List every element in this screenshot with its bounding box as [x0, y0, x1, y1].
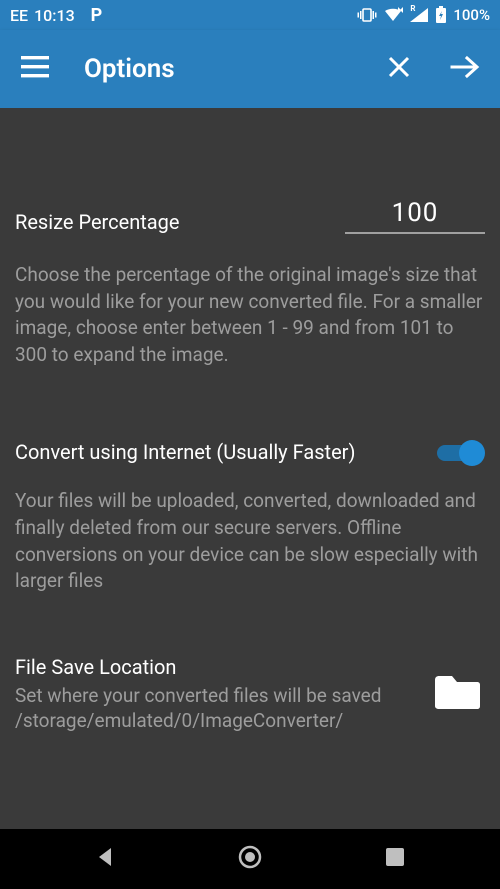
- content: Resize Percentage 100 Choose the percent…: [0, 108, 500, 829]
- square-recent-icon: [384, 846, 406, 872]
- resize-helper: Choose the percentage of the original im…: [15, 262, 485, 368]
- save-path: /storage/emulated/0/ImageConverter/: [15, 709, 413, 732]
- forward-button[interactable]: [448, 52, 482, 86]
- wifi-icon: [383, 7, 403, 23]
- hamburger-icon: [21, 56, 49, 82]
- internet-section: Convert using Internet (Usually Faster) …: [15, 438, 485, 594]
- app-indicator-icon: P: [91, 5, 103, 26]
- save-title: File Save Location: [15, 655, 413, 679]
- battery-icon: [435, 6, 447, 24]
- clock-label: 10:13: [34, 6, 75, 25]
- nav-back-button[interactable]: [65, 839, 145, 879]
- status-left: EE 10:13 P: [10, 5, 102, 26]
- triangle-back-icon: [93, 845, 117, 873]
- resize-label: Resize Percentage: [15, 210, 325, 234]
- circle-home-icon: [237, 844, 263, 874]
- close-button[interactable]: [382, 52, 416, 86]
- resize-section: Resize Percentage 100 Choose the percent…: [15, 198, 485, 368]
- internet-toggle[interactable]: [437, 438, 485, 466]
- app-bar: Options: [0, 30, 500, 108]
- save-section[interactable]: File Save Location Set where your conver…: [15, 655, 485, 733]
- vibrate-icon: [357, 7, 377, 23]
- menu-button[interactable]: [18, 52, 52, 86]
- nav-bar: [0, 829, 500, 889]
- signal-icon: R: [409, 7, 429, 23]
- roaming-label: R: [410, 4, 415, 13]
- carrier-label: EE: [10, 6, 28, 25]
- nav-recent-button[interactable]: [355, 839, 435, 879]
- internet-label: Convert using Internet (Usually Faster): [15, 440, 423, 464]
- folder-button[interactable]: [429, 671, 485, 717]
- save-row: File Save Location Set where your conver…: [15, 655, 485, 733]
- resize-row: Resize Percentage 100: [15, 198, 485, 234]
- arrow-right-icon: [450, 55, 480, 83]
- internet-row: Convert using Internet (Usually Faster): [15, 438, 485, 466]
- page-title: Options: [84, 54, 350, 84]
- folder-icon: [432, 672, 482, 716]
- close-icon: [387, 55, 411, 83]
- resize-input[interactable]: 100: [345, 198, 485, 234]
- screen: EE 10:13 P R 100%: [0, 0, 500, 889]
- internet-helper: Your files will be uploaded, converted, …: [15, 488, 485, 594]
- nav-home-button[interactable]: [210, 839, 290, 879]
- status-right: R 100%: [357, 6, 490, 24]
- resize-value: 100: [345, 198, 485, 228]
- status-bar: EE 10:13 P R 100%: [0, 0, 500, 30]
- switch-thumb: [459, 440, 485, 466]
- save-desc: Set where your converted files will be s…: [15, 683, 413, 710]
- battery-label: 100%: [453, 6, 490, 24]
- save-text-col: File Save Location Set where your conver…: [15, 655, 413, 733]
